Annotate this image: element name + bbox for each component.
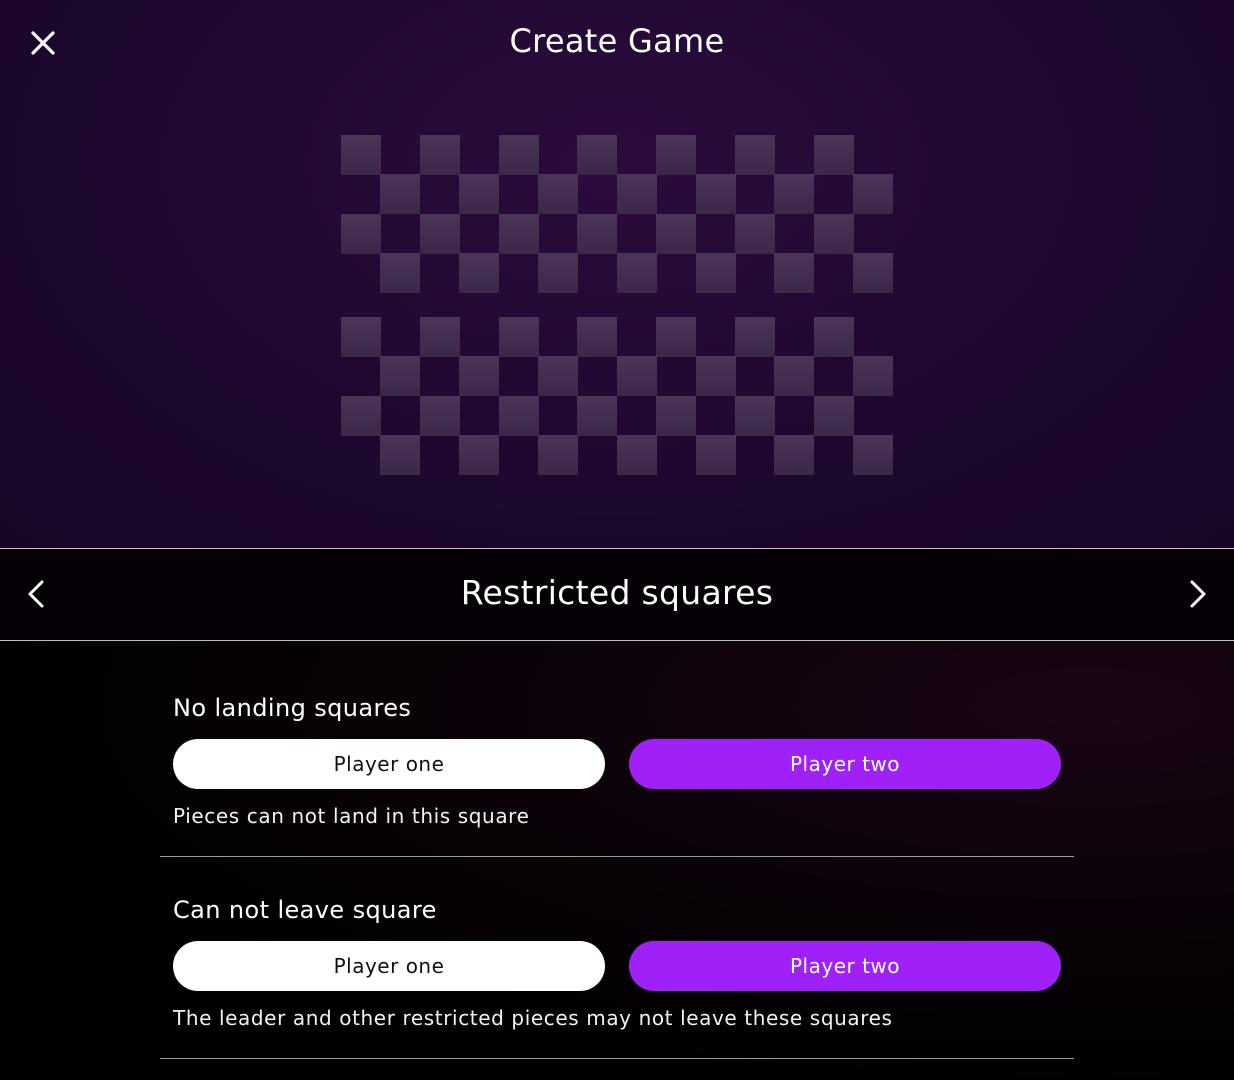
- board-square[interactable]: [341, 317, 381, 357]
- board-square[interactable]: [814, 135, 854, 175]
- board-square[interactable]: [459, 356, 499, 396]
- board-square[interactable]: [459, 253, 499, 293]
- board-square[interactable]: [735, 317, 775, 357]
- board-square[interactable]: [538, 253, 578, 293]
- board-square[interactable]: [420, 396, 460, 436]
- player-one-button[interactable]: Player one: [173, 739, 605, 789]
- board-square[interactable]: [696, 253, 736, 293]
- board-preview-bottom: [341, 317, 893, 475]
- board-square[interactable]: [538, 174, 578, 214]
- board-square[interactable]: [380, 356, 420, 396]
- board-preview-top: [341, 135, 893, 293]
- board-square[interactable]: [696, 435, 736, 475]
- board-square[interactable]: [853, 253, 893, 293]
- board-square[interactable]: [617, 356, 657, 396]
- board-square[interactable]: [656, 317, 696, 357]
- board-square[interactable]: [774, 253, 814, 293]
- board-square[interactable]: [577, 317, 617, 357]
- chevron-right-icon: [1190, 580, 1206, 608]
- section-divider: [160, 856, 1074, 857]
- board-square[interactable]: [696, 356, 736, 396]
- board-square[interactable]: [420, 135, 460, 175]
- section-description: Pieces can not land in this square: [173, 804, 530, 828]
- board-square[interactable]: [577, 214, 617, 254]
- board-square[interactable]: [774, 174, 814, 214]
- board-square[interactable]: [341, 396, 381, 436]
- board-square[interactable]: [617, 435, 657, 475]
- board-square[interactable]: [341, 214, 381, 254]
- board-square[interactable]: [499, 135, 539, 175]
- board-square[interactable]: [499, 317, 539, 357]
- board-square[interactable]: [774, 356, 814, 396]
- restriction-options: No landing squares Player one Player two…: [0, 641, 1234, 1080]
- board-square[interactable]: [774, 435, 814, 475]
- section-divider: [160, 1058, 1074, 1059]
- board-square[interactable]: [459, 174, 499, 214]
- board-square[interactable]: [814, 396, 854, 436]
- section-description: The leader and other restricted pieces m…: [173, 1006, 893, 1030]
- board-square[interactable]: [538, 356, 578, 396]
- section-nav-bar: Restricted squares: [0, 549, 1234, 640]
- board-square[interactable]: [735, 214, 775, 254]
- board-square[interactable]: [538, 435, 578, 475]
- board-square[interactable]: [459, 435, 499, 475]
- board-square[interactable]: [420, 214, 460, 254]
- page-title: Create Game: [509, 22, 725, 60]
- board-square[interactable]: [617, 253, 657, 293]
- board-square[interactable]: [814, 214, 854, 254]
- section-label: Can not leave square: [173, 896, 437, 924]
- section-title: Restricted squares: [460, 573, 774, 612]
- board-square[interactable]: [656, 214, 696, 254]
- player-two-button[interactable]: Player two: [629, 941, 1061, 991]
- board-square[interactable]: [735, 396, 775, 436]
- board-square[interactable]: [853, 356, 893, 396]
- board-square[interactable]: [853, 174, 893, 214]
- board-square[interactable]: [577, 396, 617, 436]
- board-square[interactable]: [814, 317, 854, 357]
- player-two-button[interactable]: Player two: [629, 739, 1061, 789]
- player-one-button[interactable]: Player one: [173, 941, 605, 991]
- board-square[interactable]: [656, 396, 696, 436]
- next-button[interactable]: [1182, 579, 1212, 609]
- board-square[interactable]: [420, 317, 460, 357]
- board-square[interactable]: [341, 135, 381, 175]
- board-preview-area: Create Game: [0, 0, 1234, 548]
- board-square[interactable]: [380, 435, 420, 475]
- board-square[interactable]: [577, 135, 617, 175]
- board-square[interactable]: [499, 396, 539, 436]
- board-square[interactable]: [735, 135, 775, 175]
- board-square[interactable]: [617, 174, 657, 214]
- board-square[interactable]: [853, 435, 893, 475]
- board-square[interactable]: [656, 135, 696, 175]
- board-square[interactable]: [380, 253, 420, 293]
- board-square[interactable]: [696, 174, 736, 214]
- board-square[interactable]: [380, 174, 420, 214]
- board-square[interactable]: [499, 214, 539, 254]
- section-label: No landing squares: [173, 694, 412, 722]
